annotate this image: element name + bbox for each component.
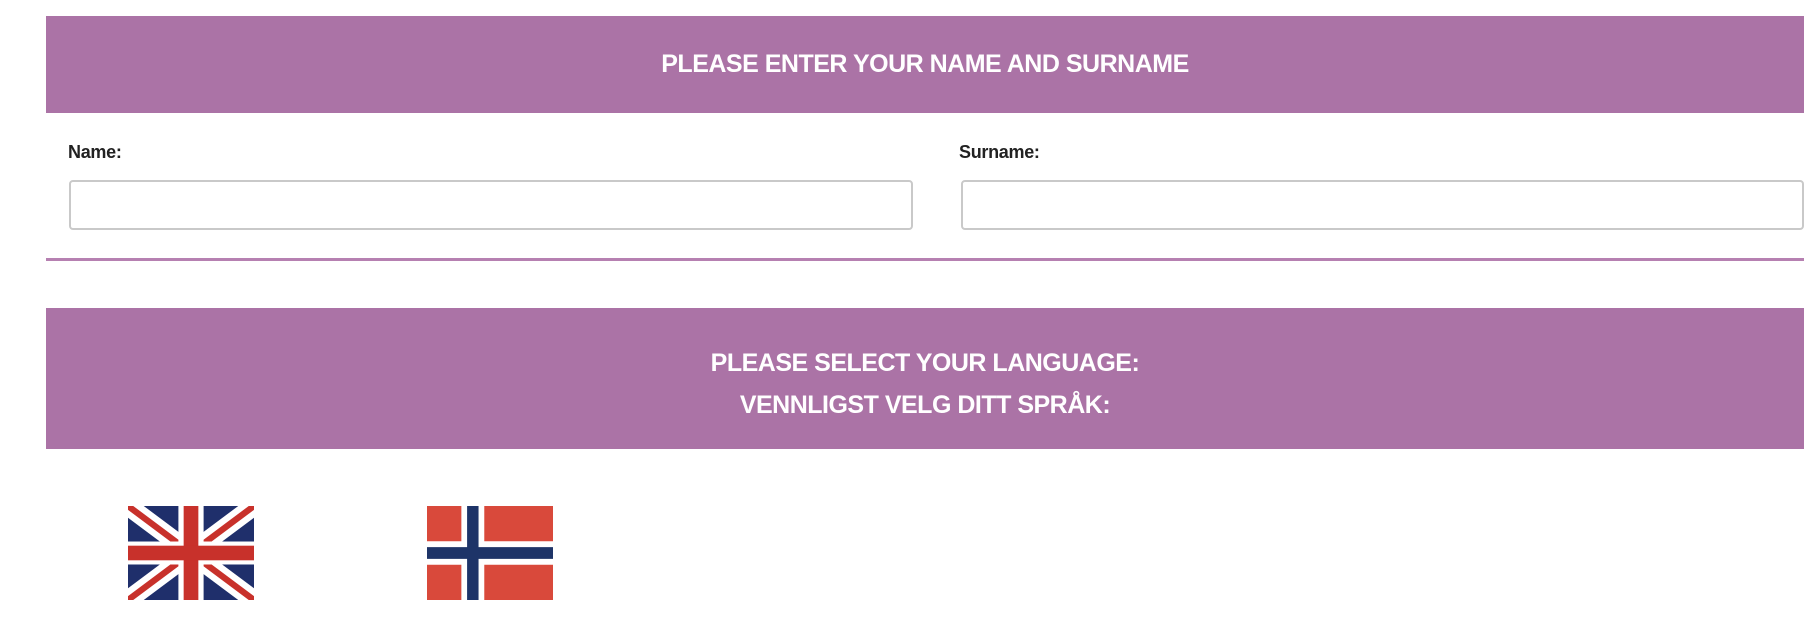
language-header-norwegian: VENNLIGST VELG DITT SPRÅK: bbox=[739, 391, 1111, 419]
language-header-english: PLEASE SELECT YOUR LANGUAGE: bbox=[710, 349, 1140, 377]
name-label: Name: bbox=[68, 142, 122, 162]
name-input[interactable] bbox=[69, 180, 913, 230]
name-section-header: PLEASE ENTER YOUR NAME AND SURNAME bbox=[46, 16, 1804, 113]
surname-input[interactable] bbox=[961, 180, 1804, 230]
norway-flag-icon[interactable] bbox=[427, 506, 553, 600]
language-section-header: PLEASE SELECT YOUR LANGUAGE: VENNLIGST V… bbox=[46, 308, 1804, 449]
uk-flag-icon[interactable] bbox=[128, 506, 254, 600]
surname-label: Surname: bbox=[959, 142, 1040, 162]
section-divider bbox=[46, 258, 1804, 261]
name-section-header-text: PLEASE ENTER YOUR NAME AND SURNAME bbox=[661, 50, 1189, 78]
